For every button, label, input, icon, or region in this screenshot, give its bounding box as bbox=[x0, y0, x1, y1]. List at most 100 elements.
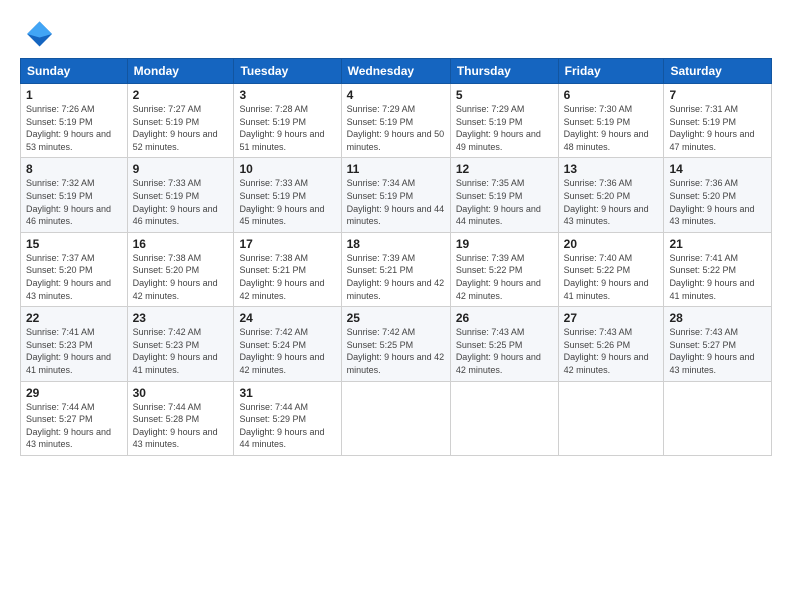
day-number: 26 bbox=[456, 311, 553, 325]
day-detail: Sunrise: 7:26 AMSunset: 5:19 PMDaylight:… bbox=[26, 104, 111, 152]
calendar-cell bbox=[450, 381, 558, 455]
weekday-header: Saturday bbox=[664, 59, 772, 84]
calendar-cell: 8 Sunrise: 7:32 AMSunset: 5:19 PMDayligh… bbox=[21, 158, 128, 232]
calendar-cell: 24 Sunrise: 7:42 AMSunset: 5:24 PMDaylig… bbox=[234, 307, 341, 381]
day-detail: Sunrise: 7:40 AMSunset: 5:22 PMDaylight:… bbox=[564, 253, 649, 301]
day-number: 7 bbox=[669, 88, 766, 102]
day-detail: Sunrise: 7:27 AMSunset: 5:19 PMDaylight:… bbox=[133, 104, 218, 152]
calendar-cell: 12 Sunrise: 7:35 AMSunset: 5:19 PMDaylig… bbox=[450, 158, 558, 232]
calendar-cell: 25 Sunrise: 7:42 AMSunset: 5:25 PMDaylig… bbox=[341, 307, 450, 381]
day-number: 12 bbox=[456, 162, 553, 176]
weekday-header: Monday bbox=[127, 59, 234, 84]
day-detail: Sunrise: 7:42 AMSunset: 5:24 PMDaylight:… bbox=[239, 327, 324, 375]
day-number: 22 bbox=[26, 311, 122, 325]
calendar-cell bbox=[664, 381, 772, 455]
calendar-cell: 18 Sunrise: 7:39 AMSunset: 5:21 PMDaylig… bbox=[341, 232, 450, 306]
day-detail: Sunrise: 7:41 AMSunset: 5:23 PMDaylight:… bbox=[26, 327, 111, 375]
calendar-week-row: 29 Sunrise: 7:44 AMSunset: 5:27 PMDaylig… bbox=[21, 381, 772, 455]
day-number: 10 bbox=[239, 162, 335, 176]
calendar-cell: 20 Sunrise: 7:40 AMSunset: 5:22 PMDaylig… bbox=[558, 232, 664, 306]
day-number: 28 bbox=[669, 311, 766, 325]
calendar-cell: 10 Sunrise: 7:33 AMSunset: 5:19 PMDaylig… bbox=[234, 158, 341, 232]
day-number: 30 bbox=[133, 386, 229, 400]
day-number: 17 bbox=[239, 237, 335, 251]
calendar-cell: 29 Sunrise: 7:44 AMSunset: 5:27 PMDaylig… bbox=[21, 381, 128, 455]
day-detail: Sunrise: 7:32 AMSunset: 5:19 PMDaylight:… bbox=[26, 178, 111, 226]
calendar-week-row: 22 Sunrise: 7:41 AMSunset: 5:23 PMDaylig… bbox=[21, 307, 772, 381]
day-detail: Sunrise: 7:29 AMSunset: 5:19 PMDaylight:… bbox=[347, 104, 445, 152]
day-detail: Sunrise: 7:38 AMSunset: 5:20 PMDaylight:… bbox=[133, 253, 218, 301]
day-detail: Sunrise: 7:30 AMSunset: 5:19 PMDaylight:… bbox=[564, 104, 649, 152]
day-detail: Sunrise: 7:41 AMSunset: 5:22 PMDaylight:… bbox=[669, 253, 754, 301]
calendar-cell: 15 Sunrise: 7:37 AMSunset: 5:20 PMDaylig… bbox=[21, 232, 128, 306]
calendar-cell: 26 Sunrise: 7:43 AMSunset: 5:25 PMDaylig… bbox=[450, 307, 558, 381]
calendar-cell: 22 Sunrise: 7:41 AMSunset: 5:23 PMDaylig… bbox=[21, 307, 128, 381]
calendar-cell: 16 Sunrise: 7:38 AMSunset: 5:20 PMDaylig… bbox=[127, 232, 234, 306]
day-number: 20 bbox=[564, 237, 659, 251]
day-detail: Sunrise: 7:35 AMSunset: 5:19 PMDaylight:… bbox=[456, 178, 541, 226]
calendar-cell: 3 Sunrise: 7:28 AMSunset: 5:19 PMDayligh… bbox=[234, 84, 341, 158]
day-number: 2 bbox=[133, 88, 229, 102]
logo bbox=[20, 18, 56, 50]
day-number: 29 bbox=[26, 386, 122, 400]
weekday-header: Wednesday bbox=[341, 59, 450, 84]
day-detail: Sunrise: 7:28 AMSunset: 5:19 PMDaylight:… bbox=[239, 104, 324, 152]
calendar-cell: 2 Sunrise: 7:27 AMSunset: 5:19 PMDayligh… bbox=[127, 84, 234, 158]
day-detail: Sunrise: 7:33 AMSunset: 5:19 PMDaylight:… bbox=[133, 178, 218, 226]
day-detail: Sunrise: 7:36 AMSunset: 5:20 PMDaylight:… bbox=[564, 178, 649, 226]
calendar-cell: 4 Sunrise: 7:29 AMSunset: 5:19 PMDayligh… bbox=[341, 84, 450, 158]
calendar-cell bbox=[341, 381, 450, 455]
day-detail: Sunrise: 7:43 AMSunset: 5:25 PMDaylight:… bbox=[456, 327, 541, 375]
day-detail: Sunrise: 7:39 AMSunset: 5:22 PMDaylight:… bbox=[456, 253, 541, 301]
calendar-cell: 19 Sunrise: 7:39 AMSunset: 5:22 PMDaylig… bbox=[450, 232, 558, 306]
day-number: 11 bbox=[347, 162, 445, 176]
weekday-header: Friday bbox=[558, 59, 664, 84]
calendar-cell: 21 Sunrise: 7:41 AMSunset: 5:22 PMDaylig… bbox=[664, 232, 772, 306]
day-detail: Sunrise: 7:43 AMSunset: 5:27 PMDaylight:… bbox=[669, 327, 754, 375]
weekday-header: Thursday bbox=[450, 59, 558, 84]
day-detail: Sunrise: 7:44 AMSunset: 5:29 PMDaylight:… bbox=[239, 402, 324, 450]
day-number: 5 bbox=[456, 88, 553, 102]
day-number: 27 bbox=[564, 311, 659, 325]
day-number: 1 bbox=[26, 88, 122, 102]
calendar-cell: 14 Sunrise: 7:36 AMSunset: 5:20 PMDaylig… bbox=[664, 158, 772, 232]
calendar-week-row: 15 Sunrise: 7:37 AMSunset: 5:20 PMDaylig… bbox=[21, 232, 772, 306]
calendar-cell: 30 Sunrise: 7:44 AMSunset: 5:28 PMDaylig… bbox=[127, 381, 234, 455]
page: SundayMondayTuesdayWednesdayThursdayFrid… bbox=[0, 0, 792, 612]
calendar-cell: 28 Sunrise: 7:43 AMSunset: 5:27 PMDaylig… bbox=[664, 307, 772, 381]
header bbox=[20, 18, 772, 50]
day-detail: Sunrise: 7:34 AMSunset: 5:19 PMDaylight:… bbox=[347, 178, 445, 226]
calendar-cell: 17 Sunrise: 7:38 AMSunset: 5:21 PMDaylig… bbox=[234, 232, 341, 306]
day-number: 21 bbox=[669, 237, 766, 251]
day-number: 15 bbox=[26, 237, 122, 251]
day-number: 25 bbox=[347, 311, 445, 325]
day-number: 18 bbox=[347, 237, 445, 251]
calendar-week-row: 1 Sunrise: 7:26 AMSunset: 5:19 PMDayligh… bbox=[21, 84, 772, 158]
calendar-cell: 13 Sunrise: 7:36 AMSunset: 5:20 PMDaylig… bbox=[558, 158, 664, 232]
day-detail: Sunrise: 7:31 AMSunset: 5:19 PMDaylight:… bbox=[669, 104, 754, 152]
calendar-cell: 6 Sunrise: 7:30 AMSunset: 5:19 PMDayligh… bbox=[558, 84, 664, 158]
day-detail: Sunrise: 7:36 AMSunset: 5:20 PMDaylight:… bbox=[669, 178, 754, 226]
day-number: 3 bbox=[239, 88, 335, 102]
day-number: 14 bbox=[669, 162, 766, 176]
day-detail: Sunrise: 7:42 AMSunset: 5:25 PMDaylight:… bbox=[347, 327, 445, 375]
calendar-cell bbox=[558, 381, 664, 455]
day-detail: Sunrise: 7:38 AMSunset: 5:21 PMDaylight:… bbox=[239, 253, 324, 301]
calendar-cell: 27 Sunrise: 7:43 AMSunset: 5:26 PMDaylig… bbox=[558, 307, 664, 381]
calendar-table: SundayMondayTuesdayWednesdayThursdayFrid… bbox=[20, 58, 772, 456]
day-detail: Sunrise: 7:43 AMSunset: 5:26 PMDaylight:… bbox=[564, 327, 649, 375]
logo-icon bbox=[20, 18, 52, 50]
calendar-header-row: SundayMondayTuesdayWednesdayThursdayFrid… bbox=[21, 59, 772, 84]
day-number: 24 bbox=[239, 311, 335, 325]
calendar-cell: 9 Sunrise: 7:33 AMSunset: 5:19 PMDayligh… bbox=[127, 158, 234, 232]
day-number: 13 bbox=[564, 162, 659, 176]
calendar-cell: 1 Sunrise: 7:26 AMSunset: 5:19 PMDayligh… bbox=[21, 84, 128, 158]
day-detail: Sunrise: 7:37 AMSunset: 5:20 PMDaylight:… bbox=[26, 253, 111, 301]
calendar-week-row: 8 Sunrise: 7:32 AMSunset: 5:19 PMDayligh… bbox=[21, 158, 772, 232]
calendar-cell: 7 Sunrise: 7:31 AMSunset: 5:19 PMDayligh… bbox=[664, 84, 772, 158]
day-detail: Sunrise: 7:39 AMSunset: 5:21 PMDaylight:… bbox=[347, 253, 445, 301]
day-number: 16 bbox=[133, 237, 229, 251]
calendar-cell: 5 Sunrise: 7:29 AMSunset: 5:19 PMDayligh… bbox=[450, 84, 558, 158]
day-number: 8 bbox=[26, 162, 122, 176]
day-detail: Sunrise: 7:42 AMSunset: 5:23 PMDaylight:… bbox=[133, 327, 218, 375]
